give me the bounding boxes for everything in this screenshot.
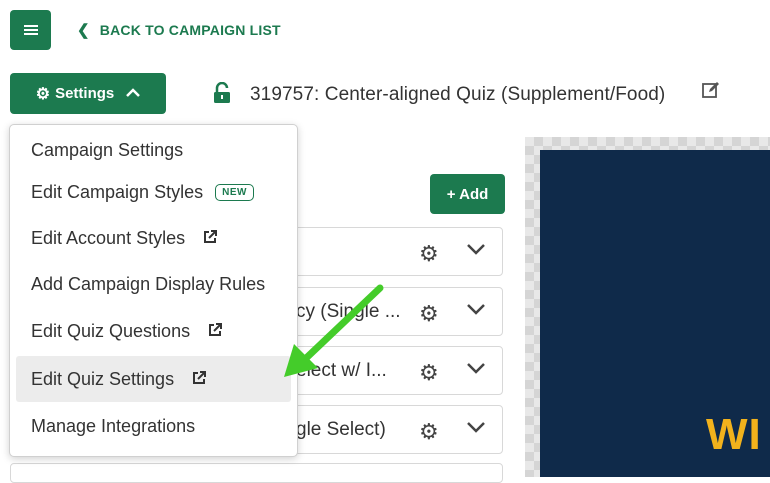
menu-item-label: Edit Quiz Questions bbox=[31, 320, 191, 341]
list-row[interactable] bbox=[10, 463, 503, 483]
settings-label: Settings bbox=[55, 85, 115, 102]
back-to-campaign-list-link[interactable]: ❮ BACK TO CAMPAIGN LIST bbox=[77, 21, 281, 39]
hamburger-icon bbox=[23, 23, 38, 37]
add-button[interactable]: + Add bbox=[430, 174, 505, 214]
gear-icon[interactable]: ⚙ bbox=[419, 360, 439, 386]
menu-item-edit-campaign-styles[interactable]: Edit Campaign Styles NEW bbox=[16, 169, 291, 215]
preview-heading: WI bbox=[706, 410, 762, 459]
chevron-down-icon[interactable] bbox=[466, 242, 486, 260]
chevron-down-icon[interactable] bbox=[466, 420, 486, 438]
menu-item-label: Manage Integrations bbox=[31, 415, 196, 436]
menu-item-label: Edit Quiz Settings bbox=[31, 368, 175, 389]
gear-icon[interactable]: ⚙ bbox=[419, 241, 439, 267]
unlock-icon[interactable] bbox=[213, 81, 231, 109]
gear-icon[interactable]: ⚙ bbox=[419, 301, 439, 327]
hamburger-menu-button[interactable] bbox=[10, 10, 51, 50]
row-label: gle Select) bbox=[296, 419, 386, 440]
settings-dropdown-menu: Campaign Settings Edit Campaign Styles N… bbox=[9, 124, 298, 457]
back-link-label: BACK TO CAMPAIGN LIST bbox=[99, 22, 281, 38]
chevron-left-icon: ❮ bbox=[77, 22, 90, 39]
menu-item-label: Campaign Settings bbox=[31, 139, 184, 160]
external-link-icon bbox=[208, 321, 223, 342]
pencil-icon[interactable] bbox=[702, 81, 720, 104]
annotation-arrow-icon bbox=[280, 282, 390, 387]
menu-item-edit-quiz-settings[interactable]: Edit Quiz Settings bbox=[16, 356, 291, 402]
campaign-title: 319757: Center-aligned Quiz (Supplement/… bbox=[250, 84, 666, 105]
menu-item-add-campaign-display-rules[interactable]: Add Campaign Display Rules bbox=[16, 261, 291, 307]
external-link-icon bbox=[203, 228, 218, 249]
menu-item-edit-account-styles[interactable]: Edit Account Styles bbox=[16, 215, 291, 261]
chevron-down-icon[interactable] bbox=[466, 361, 486, 379]
external-link-icon bbox=[192, 369, 207, 390]
menu-item-label: Edit Campaign Styles bbox=[31, 181, 204, 202]
gear-icon[interactable]: ⚙ bbox=[419, 419, 439, 445]
menu-item-label: Edit Account Styles bbox=[31, 227, 186, 248]
menu-item-manage-integrations[interactable]: Manage Integrations bbox=[16, 403, 291, 449]
chevron-down-icon[interactable] bbox=[466, 302, 486, 320]
settings-button[interactable]: ⚙ Settings bbox=[10, 73, 166, 114]
chevron-up-icon bbox=[126, 85, 141, 102]
menu-item-edit-quiz-questions[interactable]: Edit Quiz Questions bbox=[16, 308, 291, 354]
menu-item-label: Add Campaign Display Rules bbox=[31, 273, 266, 294]
new-badge: NEW bbox=[215, 183, 254, 201]
gear-icon: ⚙ bbox=[35, 85, 51, 103]
menu-item-campaign-settings[interactable]: Campaign Settings bbox=[16, 127, 291, 173]
